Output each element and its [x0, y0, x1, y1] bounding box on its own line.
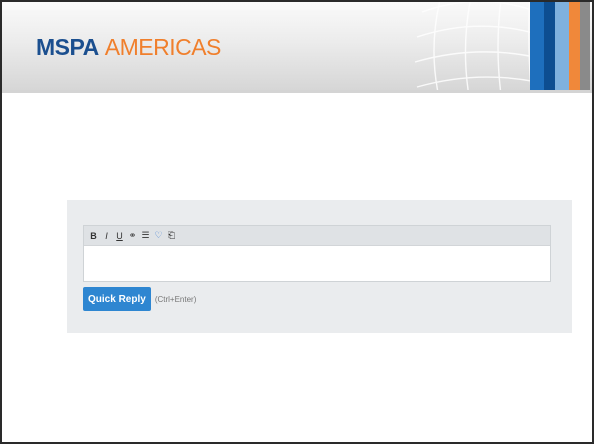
brand-stripes	[530, 2, 590, 90]
brand-stripe	[580, 2, 590, 90]
shortcut-hint: (Ctrl+Enter)	[154, 294, 197, 304]
quick-reply-panel: B I U ⚭ ☰ ♡ ⎗ Quick Reply (Ctrl+Enter)	[67, 200, 572, 333]
editor-toolbar: B I U ⚭ ☰ ♡ ⎗	[84, 226, 550, 246]
reply-actions: Quick Reply (Ctrl+Enter)	[83, 287, 196, 311]
logo-americas-text: AMERICAS	[104, 34, 222, 60]
emoticon-icon[interactable]: ♡	[153, 229, 164, 243]
brand-stripe	[530, 2, 544, 90]
brand-stripe	[544, 2, 555, 90]
company-logo[interactable]: MSPA AMERICAS	[36, 34, 221, 61]
globe-grid-graphic	[414, 2, 540, 90]
banner-divider	[2, 90, 592, 93]
attachment-icon[interactable]: ⎗	[166, 229, 177, 243]
logo-mspa-text: MSPA	[36, 34, 99, 60]
quick-reply-button[interactable]: Quick Reply	[83, 287, 151, 311]
list-icon[interactable]: ☰	[140, 229, 151, 243]
header-banner: MSPA AMERICAS	[2, 2, 592, 90]
link-icon[interactable]: ⚭	[127, 229, 138, 243]
reply-editor: B I U ⚭ ☰ ♡ ⎗	[83, 225, 551, 282]
bold-button[interactable]: B	[88, 229, 99, 243]
underline-button[interactable]: U	[114, 229, 125, 243]
brand-stripe	[569, 2, 580, 90]
reply-text-area[interactable]	[84, 246, 550, 281]
brand-stripe	[555, 2, 569, 90]
italic-button[interactable]: I	[101, 229, 112, 243]
slide-frame: MSPAAMERICAS B I U ⚭ ☰ ♡ ⎗ Quick Reply	[0, 0, 594, 444]
